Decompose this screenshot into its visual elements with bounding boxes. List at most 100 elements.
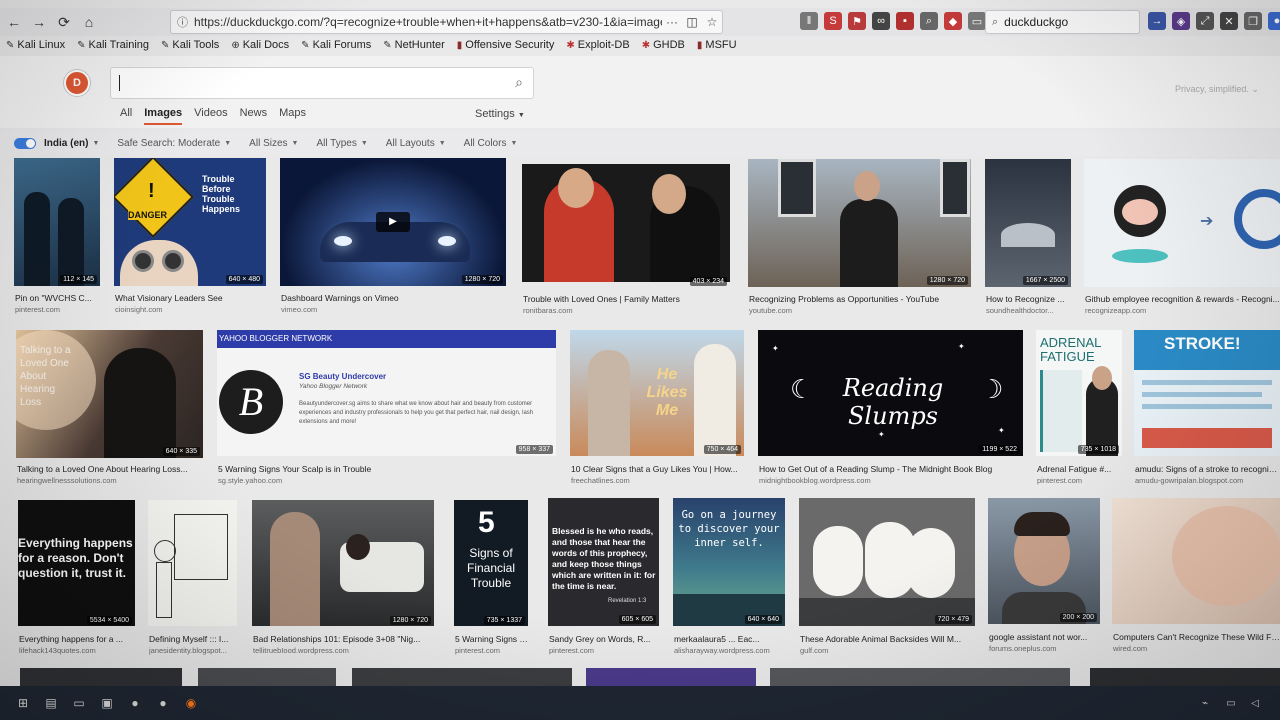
image-thumbnail[interactable]: Talking to a Loved One About Hearing Los… xyxy=(16,330,203,458)
image-source[interactable]: amudu-gowripalan.blogspot.com xyxy=(1135,476,1280,485)
image-source[interactable]: pinterest.com xyxy=(15,305,101,314)
extension-shield-icon[interactable]: ◆ xyxy=(944,12,962,30)
image-thumbnail[interactable]: He Likes Me xyxy=(570,330,744,456)
tab-maps[interactable]: Maps xyxy=(279,107,306,125)
extension-flag-icon[interactable]: ⚑ xyxy=(848,12,866,30)
image-thumbnail[interactable]: ▶ xyxy=(280,158,506,286)
image-result[interactable]: Everything happens for a reason. Don't q… xyxy=(18,500,135,658)
extension-folder-icon[interactable]: ▭ xyxy=(968,12,986,30)
image-thumbnail[interactable] xyxy=(252,500,434,626)
type-filter[interactable]: All Types ▼ xyxy=(316,138,367,149)
image-title[interactable]: google assistant not wor... xyxy=(989,632,1101,642)
image-title[interactable]: Everything happens for a ... xyxy=(19,634,136,644)
image-thumbnail[interactable] xyxy=(14,158,100,286)
image-result[interactable]: 200 × 200 google assistant not wor... fo… xyxy=(988,498,1100,658)
image-thumbnail[interactable]: DANGER ! Trouble Before Trouble Happens xyxy=(114,158,266,286)
region-filter[interactable]: India (en) ▼ xyxy=(14,137,99,149)
bookmark-ghdb[interactable]: ✱ GHDB xyxy=(642,39,685,51)
image-title[interactable]: 5 Warning Signs of... xyxy=(455,634,529,644)
image-thumbnail[interactable]: ➔ xyxy=(1084,159,1280,287)
image-source[interactable]: freechatlines.com xyxy=(571,476,745,485)
image-title[interactable]: Trouble with Loved Ones | Family Matters xyxy=(523,294,731,304)
image-thumbnail[interactable]: 5 Signs of Financial Trouble xyxy=(454,500,528,626)
image-result[interactable]: ADRENAL FATIGUE 735 × 1018 Adrenal Fatig… xyxy=(1036,330,1122,490)
image-result[interactable]: Talking to a Loved One About Hearing Los… xyxy=(16,330,203,490)
image-source[interactable]: ronitbaras.com xyxy=(523,306,731,315)
image-result[interactable]: Go on a journey to discover your inner s… xyxy=(673,498,785,658)
image-thumbnail[interactable] xyxy=(770,668,1070,686)
image-result[interactable]: 5 Signs of Financial Trouble 735 × 1337 … xyxy=(454,500,529,658)
image-thumbnail[interactable] xyxy=(522,164,730,282)
image-title[interactable]: How to Recognize ... xyxy=(986,294,1072,304)
image-thumbnail[interactable] xyxy=(586,668,756,686)
image-thumbnail[interactable] xyxy=(1090,668,1280,686)
network-icon[interactable]: ⌁ xyxy=(1196,694,1214,712)
image-result[interactable]: Blessed is he who reads, and those that … xyxy=(548,498,659,658)
image-thumbnail[interactable]: Everything happens for a reason. Don't q… xyxy=(18,500,135,626)
image-title[interactable]: How to Get Out of a Reading Slump - The … xyxy=(759,464,1024,474)
browser-search-field[interactable]: ⌕ duckduckgo xyxy=(985,10,1140,34)
search-input[interactable]: ⌕ xyxy=(110,67,534,99)
image-thumbnail[interactable] xyxy=(799,498,975,626)
bookmark-exploit-db[interactable]: ✱ Exploit-DB xyxy=(566,39,629,51)
search-icon[interactable]: ⌕ xyxy=(515,74,523,91)
image-title[interactable]: Talking to a Loved One About Hearing Los… xyxy=(17,464,204,474)
image-source[interactable]: youtube.com xyxy=(749,306,972,315)
image-title[interactable]: 10 Clear Signs that a Guy Likes You | Ho… xyxy=(571,464,745,474)
image-source[interactable]: forums.oneplus.com xyxy=(989,644,1101,653)
more-actions-icon[interactable]: ··· xyxy=(662,15,682,29)
image-source[interactable]: pinterest.com xyxy=(455,646,529,655)
image-title[interactable]: Github employee recognition & rewards - … xyxy=(1085,294,1280,304)
image-result[interactable]: 1667 × 2500 How to Recognize ... soundhe… xyxy=(985,159,1071,315)
extension-blue-icon[interactable]: ● xyxy=(1268,12,1280,30)
color-filter[interactable]: All Colors ▼ xyxy=(464,138,518,149)
image-result[interactable]: ▶ 1280 × 720 Dashboard Warnings on Vimeo… xyxy=(280,158,506,314)
image-title[interactable]: Adrenal Fatigue #... xyxy=(1037,464,1123,474)
size-filter[interactable]: All Sizes ▼ xyxy=(249,138,298,149)
image-source[interactable]: hearingwellnesssolutions.com xyxy=(17,476,204,485)
image-thumbnail[interactable]: Blessed is he who reads, and those that … xyxy=(548,498,659,626)
extension-search-icon[interactable]: ⌕ xyxy=(920,12,938,30)
image-source[interactable]: wired.com xyxy=(1113,644,1280,653)
image-source[interactable]: pinterest.com xyxy=(1037,476,1123,485)
bookmark-msfu[interactable]: ▮ MSFU xyxy=(697,39,737,51)
image-result[interactable]: 112 × 145 Pin on "WVCHS C... pinterest.c… xyxy=(14,158,100,314)
go-arrow-icon[interactable]: → xyxy=(1148,12,1166,30)
image-thumbnail[interactable] xyxy=(1112,498,1280,624)
bookmark-kali-forums[interactable]: ✎ Kali Forums xyxy=(301,39,371,51)
url-bar[interactable]: ⓘ https://duckduckgo.com/?q=recognize+tr… xyxy=(170,10,723,34)
bookmark-kali-docs[interactable]: ⊕ Kali Docs xyxy=(231,39,289,51)
volume-icon[interactable]: ◁ xyxy=(1246,694,1264,712)
app-icon[interactable]: ● xyxy=(126,694,144,712)
image-thumbnail[interactable]: YAHOO BLOGGER NETWORK B SG Beauty Underc… xyxy=(217,330,556,456)
image-title[interactable]: These Adorable Animal Backsides Will M..… xyxy=(800,634,976,644)
terminal-icon[interactable]: ▣ xyxy=(98,694,116,712)
image-result[interactable]: YAHOO BLOGGER NETWORK B SG Beauty Underc… xyxy=(217,330,556,490)
image-thumbnail[interactable]: ADRENAL FATIGUE xyxy=(1036,330,1122,456)
layout-filter[interactable]: All Layouts ▼ xyxy=(386,138,446,149)
image-result[interactable]: 720 × 479 These Adorable Animal Backside… xyxy=(799,498,975,658)
image-thumbnail[interactable] xyxy=(748,159,971,287)
image-result[interactable]: 1280 × 720 Bad Relationships 101: Episod… xyxy=(252,500,434,658)
close-x-icon[interactable]: ✕ xyxy=(1220,12,1238,30)
battery-icon[interactable]: ▭ xyxy=(1222,694,1240,712)
bookmark-kali-tools[interactable]: ✎ Kali Tools xyxy=(161,39,219,51)
extension-s-icon[interactable]: S xyxy=(824,12,842,30)
copy-icon[interactable]: ❐ xyxy=(1244,12,1262,30)
image-title[interactable]: Computers Can't Recognize These Wild Fa.… xyxy=(1113,632,1280,642)
forward-button[interactable]: → xyxy=(28,11,50,33)
firefox-icon[interactable]: ◉ xyxy=(182,694,200,712)
image-source[interactable]: tellitruebIood.wordpress.com xyxy=(253,646,435,655)
image-result[interactable]: Defining Myself ::: I... janesidentity.b… xyxy=(148,500,237,658)
tab-news[interactable]: News xyxy=(240,107,268,125)
image-thumbnail[interactable] xyxy=(198,668,336,686)
windows-start-icon[interactable]: ⊞ xyxy=(14,694,32,712)
image-thumbnail[interactable] xyxy=(985,159,1071,287)
image-title[interactable]: Defining Myself ::: I... xyxy=(149,634,238,644)
image-title[interactable]: Bad Relationships 101: Episode 3+08 "Nig… xyxy=(253,634,435,644)
bookmark-kali-training[interactable]: ✎ Kali Training xyxy=(77,39,149,51)
file-manager-icon[interactable]: ▤ xyxy=(42,694,60,712)
image-thumbnail[interactable] xyxy=(352,668,572,686)
image-thumbnail[interactable]: ☾ ☾ Reading Slumps ✦ ✦ ✦ ✦ xyxy=(758,330,1023,456)
image-thumbnail[interactable] xyxy=(988,498,1100,624)
